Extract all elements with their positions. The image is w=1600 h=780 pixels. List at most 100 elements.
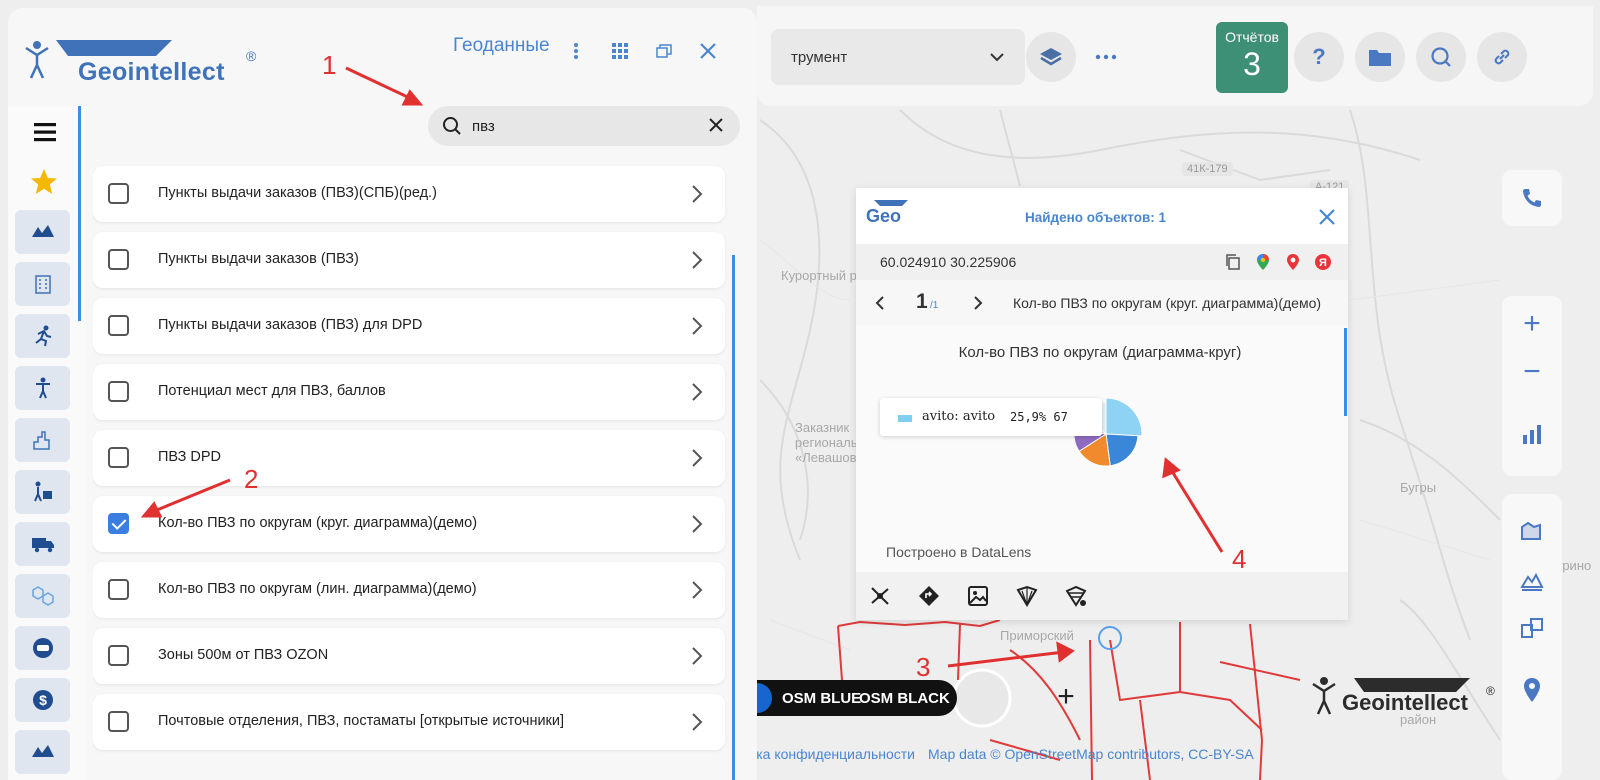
layer-checkbox[interactable] (108, 315, 129, 336)
layer-row[interactable]: Пункты выдачи заказов (ПВЗ) (93, 232, 725, 288)
popup-scrollbar[interactable] (1344, 328, 1347, 416)
chevron-right-icon[interactable] (687, 645, 707, 667)
layers-button[interactable] (1026, 32, 1076, 82)
phone-button[interactable] (1518, 184, 1546, 212)
yandex-icon[interactable]: Я (1314, 253, 1332, 271)
layer-row[interactable]: Кол-во ПВЗ по округам (лин. диаграмма)(д… (93, 562, 725, 618)
link-button[interactable] (1477, 32, 1527, 82)
layer-checkbox[interactable] (108, 645, 129, 666)
layer-checkbox[interactable] (108, 381, 129, 402)
chevron-right-icon[interactable] (687, 711, 707, 733)
rail-item-sport[interactable] (15, 314, 70, 358)
add-basemap-button[interactable]: + (1052, 682, 1080, 712)
menu-button[interactable] (34, 122, 56, 147)
reports-count: 3 (1243, 46, 1261, 82)
restore-icon (656, 44, 672, 58)
annotation-1: 1 (322, 50, 337, 80)
marker-button[interactable] (1518, 676, 1546, 704)
coverage-icon[interactable] (1064, 584, 1088, 608)
osm-attribution-link[interactable]: Map data © OpenStreetMap contributors, C… (928, 746, 1254, 762)
restore-window-button[interactable] (653, 40, 675, 62)
layer-checkbox[interactable] (108, 711, 129, 732)
chevron-right-icon[interactable] (687, 381, 707, 403)
layer-label: ПВЗ DPD (158, 449, 222, 465)
close-icon[interactable] (1318, 208, 1336, 226)
layer-row[interactable]: Пункты выдачи заказов (ПВЗ) для DPD (93, 298, 725, 354)
rail-item-hexgrid[interactable] (15, 574, 70, 618)
rail-item-demography[interactable] (15, 210, 70, 254)
layer-checkbox[interactable] (108, 249, 129, 270)
2gis-pin-icon[interactable] (1284, 253, 1302, 271)
pie-slice[interactable] (1105, 433, 1139, 467)
search-map-button[interactable] (1416, 32, 1466, 82)
layer-label: Кол-во ПВЗ по округам (лин. диаграмма)(д… (158, 581, 477, 597)
category-rail: $ (8, 106, 86, 780)
reports-button[interactable]: Отчётов 3 (1216, 22, 1288, 93)
route-icon[interactable] (917, 584, 941, 608)
app-logo[interactable]: Geointellect ® (24, 38, 264, 94)
panel-title[interactable]: Геоданные (453, 35, 550, 57)
map-controls: + − (1502, 296, 1562, 476)
panel-menu-button[interactable] (565, 40, 587, 62)
stats-button[interactable] (1518, 420, 1546, 448)
rail-item-city[interactable] (15, 418, 70, 462)
rail-item-logistics[interactable] (15, 522, 70, 566)
layer-checkbox[interactable] (108, 579, 129, 600)
layer-row[interactable]: Почтовые отделения, ПВЗ, постаматы [откр… (93, 694, 725, 750)
layer-row[interactable]: ПВЗ DPD (93, 430, 725, 486)
chevron-right-icon[interactable] (687, 183, 707, 205)
rail-item-population[interactable] (15, 366, 70, 410)
reports-label: Отчётов (1225, 29, 1279, 45)
compare-tool-button[interactable] (1518, 614, 1546, 642)
privacy-link[interactable]: тика конфиденциальности (742, 746, 915, 762)
zoom-out-button[interactable]: − (1518, 355, 1546, 388)
image-icon[interactable] (966, 584, 990, 608)
chevron-right-icon[interactable] (687, 249, 707, 271)
popup-logo: Geo (866, 206, 902, 226)
rail-item-traffic[interactable] (15, 626, 70, 670)
folder-button[interactable] (1355, 32, 1405, 82)
layer-checkbox[interactable] (108, 447, 129, 468)
more-button[interactable] (1081, 32, 1131, 82)
zoom-in-button[interactable]: + (1518, 307, 1546, 340)
rail-item-demography-2[interactable] (15, 730, 70, 774)
layer-row[interactable]: Кол-во ПВЗ по округам (круг. диаграмма)(… (93, 496, 725, 552)
layer-list-scrollbar[interactable] (732, 255, 735, 780)
annotation-2: 2 (244, 464, 259, 494)
object-info-popup: Geo Найдено объектов: 1 60.024910 30.225… (856, 188, 1348, 620)
favorites-button[interactable] (30, 168, 58, 201)
layer-row[interactable]: Пункты выдачи заказов (ПВЗ)(СПБ)(ред.) (93, 166, 725, 222)
chevron-right-icon[interactable] (687, 447, 707, 469)
rail-item-buildings[interactable] (15, 262, 70, 306)
layer-row[interactable]: Зоны 500м от ПВЗ OZON (93, 628, 725, 684)
relief-tool-button[interactable] (1518, 566, 1546, 594)
basemap-osm-black[interactable]: OSM BLACK (859, 690, 950, 707)
chevron-right-icon[interactable] (687, 579, 707, 601)
tool-select[interactable]: трумент (771, 29, 1025, 85)
chevron-right-icon[interactable] (972, 295, 984, 311)
pie-slice[interactable] (1105, 397, 1143, 437)
copy-icon[interactable] (1224, 253, 1242, 271)
layer-checkbox[interactable] (108, 183, 129, 204)
close-panel-button[interactable] (697, 40, 719, 62)
popup-header: Geo Найдено объектов: 1 (856, 188, 1348, 244)
help-icon: ? (1312, 44, 1326, 69)
rail-item-delivery[interactable] (15, 470, 70, 514)
help-button[interactable]: ? (1294, 32, 1344, 82)
layer-checkbox[interactable] (108, 513, 129, 534)
map-attribution: тика конфиденциальности Map data © OpenS… (742, 744, 1600, 764)
network-icon[interactable] (868, 584, 892, 608)
rail-item-finance[interactable]: $ (15, 678, 70, 722)
chevron-right-icon[interactable] (687, 513, 707, 535)
basemap-osm-blue[interactable]: OSM BLUE (782, 690, 861, 707)
chevron-left-icon[interactable] (874, 295, 886, 311)
layer-row[interactable]: Потенциал мест для ПВЗ, баллов (93, 364, 725, 420)
profile-tool-button[interactable] (1518, 516, 1546, 544)
clear-search-icon[interactable] (708, 117, 724, 133)
apps-grid-button[interactable] (609, 40, 631, 62)
isochrone-icon[interactable] (1015, 584, 1039, 608)
search-input[interactable] (472, 115, 692, 137)
chevron-right-icon[interactable] (687, 315, 707, 337)
google-maps-icon[interactable] (1254, 253, 1272, 271)
city-icon (32, 431, 50, 450)
